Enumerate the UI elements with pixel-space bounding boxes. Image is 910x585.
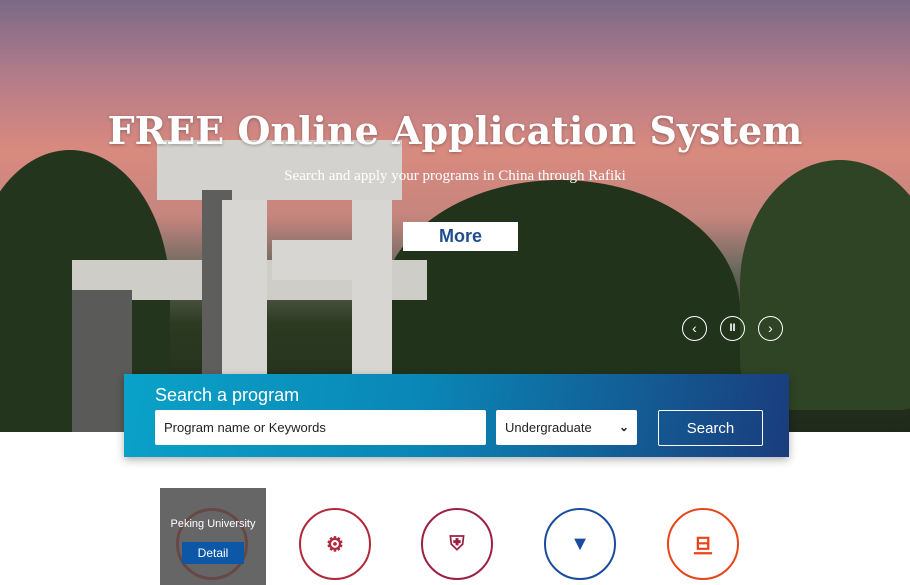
search-panel: Search a program Undergraduate ⌄ Search: [124, 374, 789, 457]
search-title: Search a program: [155, 385, 300, 405]
hero-subtitle: Search and apply your programs in China …: [284, 168, 626, 184]
chevron-down-icon: ⌄: [618, 420, 629, 434]
hero-title: FREE Online Application System: [107, 108, 803, 153]
chevron-right-icon[interactable]: ›: [758, 316, 783, 341]
pause-icon[interactable]: II: [720, 316, 745, 341]
university-name: Peking University: [170, 518, 256, 530]
tree-image: [740, 160, 910, 410]
degree-selected: Undergraduate: [505, 420, 592, 435]
degree-select[interactable]: Undergraduate ⌄: [496, 410, 637, 445]
shanghai-jiao-tong-seal[interactable]: ⚙: [299, 508, 371, 580]
detail-button[interactable]: Detail: [182, 542, 244, 564]
keyword-input[interactable]: [155, 410, 486, 445]
chevron-left-icon[interactable]: ‹: [682, 316, 707, 341]
wenzhou-medical-seal[interactable]: ⛨: [421, 508, 493, 580]
hero-carousel: FREE Online Application System Search an…: [0, 0, 910, 432]
more-button[interactable]: More: [403, 222, 518, 251]
zhejiang-university-seal[interactable]: ▼: [544, 508, 616, 580]
university-card-peking[interactable]: Peking University Detail: [160, 488, 266, 585]
fudan-university-seal[interactable]: 旦: [667, 508, 739, 580]
search-button[interactable]: Search: [658, 410, 763, 446]
